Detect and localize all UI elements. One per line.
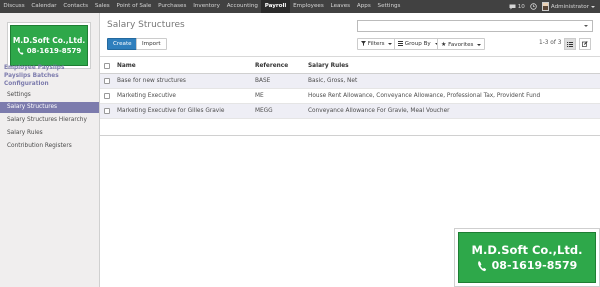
table-row[interactable]: Marketing Executive ME House Rent Allowa… [100, 89, 600, 104]
page-title: Salary Structures [107, 20, 185, 30]
favorites-button[interactable]: ★ Favorites [437, 38, 486, 50]
filter-icon [361, 41, 366, 46]
list-table: Name Reference Salary Rules Base for new… [100, 58, 600, 119]
menu-apps[interactable]: Apps [354, 0, 375, 13]
list-icon [398, 41, 403, 46]
table-row[interactable]: Marketing Executive for Gilles Gravie ME… [100, 104, 600, 119]
favorites-label: Favorites [448, 42, 474, 48]
chevron-down-icon [591, 5, 595, 8]
list-view-icon [567, 41, 573, 47]
cell-reference: BASE [255, 78, 271, 84]
cell-salary-rules: House Rent Allowance, Conveyance Allowan… [308, 93, 541, 99]
filters-label: Filters [367, 41, 385, 47]
chat-icon [509, 4, 516, 9]
app-menu: Discuss Calendar Contacts Sales Point of… [0, 0, 404, 13]
cell-reference: ME [255, 93, 264, 99]
user-name: Administrator [550, 3, 589, 10]
menu-inventory[interactable]: Inventory [190, 0, 224, 13]
pager-value[interactable]: 1-3 of 3 [539, 40, 561, 46]
edit-icon [582, 41, 588, 47]
group-by-button[interactable]: Group By [394, 38, 443, 50]
search-input[interactable] [357, 20, 593, 32]
company-logo: M.D.Soft Co.,Ltd. 08-1619-8579 [7, 22, 91, 69]
chevron-down-icon [477, 43, 482, 46]
menu-purchases[interactable]: Purchases [155, 0, 190, 13]
menu-sales[interactable]: Sales [91, 0, 113, 13]
chevron-down-icon [388, 42, 393, 45]
star-icon: ★ [441, 41, 447, 48]
table-header: Name Reference Salary Rules [100, 58, 600, 74]
group-by-label: Group By [404, 41, 431, 47]
watermark-logo: M.D.Soft Co.,Ltd. 08-1619-8579 [454, 228, 600, 287]
logo-company-name: M.D.Soft Co.,Ltd. [12, 35, 86, 45]
menu-employees[interactable]: Employees [290, 0, 327, 13]
column-name[interactable]: Name [117, 58, 136, 74]
messages-button[interactable]: 10 [509, 4, 525, 10]
messages-count: 10 [517, 3, 525, 10]
cell-name: Marketing Executive [117, 93, 176, 99]
menu-discuss[interactable]: Discuss [0, 0, 28, 13]
sidebar: M.D.Soft Co.,Ltd. 08-1619-8579 Employee … [0, 13, 100, 287]
menu-accounting[interactable]: Accounting [223, 0, 261, 13]
sidebar-item-salary-structures[interactable]: Salary Structures [0, 102, 99, 113]
logo-phone: 08-1619-8579 [26, 46, 82, 55]
avatar [541, 2, 549, 11]
top-navbar: Discuss Calendar Contacts Sales Point of… [0, 0, 600, 13]
sidebar-item-salary-rules[interactable]: Salary Rules [0, 128, 99, 139]
user-menu[interactable]: Administrator [541, 2, 595, 11]
systray: 10 Administrator [509, 0, 595, 13]
watermark-company-name: M.D.Soft Co.,Ltd. [471, 242, 583, 257]
cell-name: Base for new structures [117, 78, 186, 84]
chevron-down-icon[interactable] [584, 25, 588, 27]
row-checkbox[interactable] [104, 108, 110, 114]
sidebar-item-contribution-registers[interactable]: Contribution Registers [0, 141, 99, 152]
sidebar-item-settings[interactable]: Settings [0, 90, 99, 101]
sidebar-item-salary-structures-hierarchy[interactable]: Salary Structures Hierarchy [0, 115, 99, 126]
sidebar-section-payslips-batches[interactable]: Payslips Batches [4, 73, 59, 79]
select-all-checkbox[interactable] [104, 63, 110, 69]
watermark-phone: 08-1619-8579 [491, 258, 578, 272]
cell-salary-rules: Conveyance Allowance For Gravie, Meal Vo… [308, 108, 450, 114]
menu-settings[interactable]: Settings [374, 0, 404, 13]
sidebar-section-employee-payslips[interactable]: Employee Payslips [4, 65, 64, 71]
import-button[interactable]: Import [136, 38, 167, 50]
table-row[interactable]: Base for new structures BASE Basic, Gros… [100, 74, 600, 89]
create-button[interactable]: Create [107, 38, 138, 50]
list-view-button[interactable] [564, 38, 576, 50]
clock-icon[interactable] [530, 3, 537, 10]
cell-salary-rules: Basic, Gross, Net [308, 78, 358, 84]
control-panel: Salary Structures Create Import Filters … [100, 13, 600, 57]
menu-point-of-sale[interactable]: Point of Sale [113, 0, 155, 13]
column-salary-rules[interactable]: Salary Rules [308, 58, 349, 74]
menu-payroll[interactable]: Payroll [261, 0, 290, 13]
phone-icon [477, 260, 486, 271]
cell-name: Marketing Executive for Gilles Gravie [117, 108, 225, 114]
form-view-button[interactable] [579, 38, 591, 50]
filters-button[interactable]: Filters [357, 38, 397, 50]
menu-contacts[interactable]: Contacts [60, 0, 91, 13]
menu-calendar[interactable]: Calendar [28, 0, 60, 13]
table-footer-divider [100, 135, 600, 137]
row-checkbox[interactable] [104, 93, 110, 99]
row-checkbox[interactable] [104, 78, 110, 84]
menu-leaves[interactable]: Leaves [327, 0, 353, 13]
column-reference[interactable]: Reference [255, 58, 288, 74]
phone-icon [17, 47, 24, 55]
cell-reference: MEGG [255, 108, 273, 114]
sidebar-section-configuration[interactable]: Configuration [4, 81, 49, 87]
